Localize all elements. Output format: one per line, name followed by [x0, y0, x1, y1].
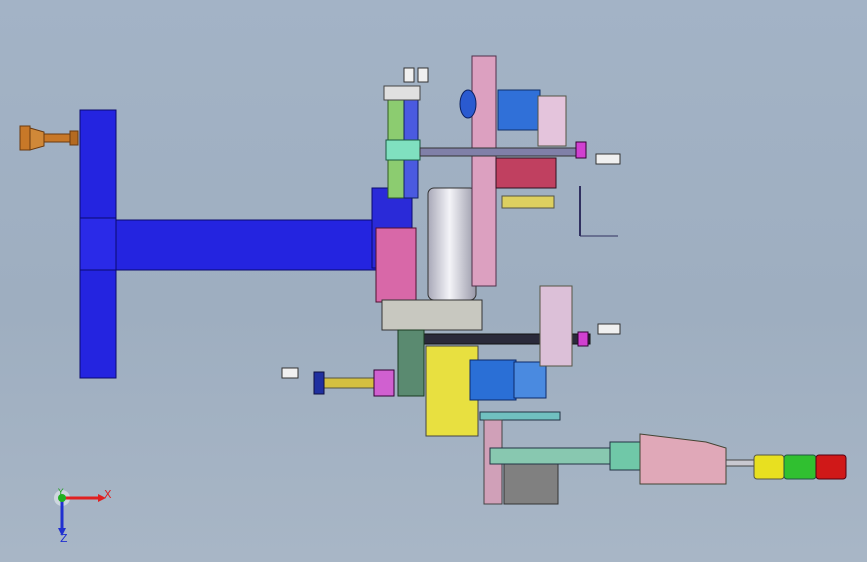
machine-assembly-model[interactable] — [0, 0, 867, 562]
x-axis-label: X — [104, 488, 112, 501]
lower-assembly — [281, 285, 621, 505]
y-axis-label: Y — [58, 488, 64, 498]
cad-viewport[interactable]: X Y Z — [0, 0, 867, 562]
guide-column — [383, 67, 429, 199]
z-axis-label: Z — [60, 532, 68, 545]
handle-knob — [19, 125, 79, 151]
base-frame — [79, 109, 413, 379]
